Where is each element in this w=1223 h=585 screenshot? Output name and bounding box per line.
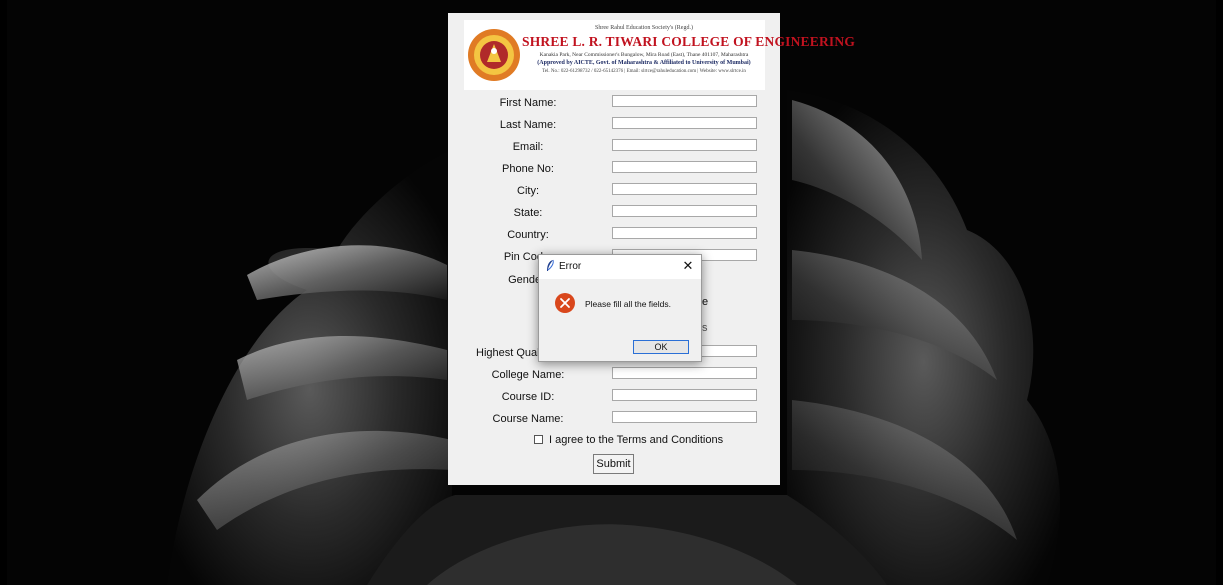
- gender-option-partial[interactable]: e: [702, 296, 708, 308]
- phone-label: Phone No:: [502, 163, 554, 175]
- college-name-label: College Name:: [491, 369, 565, 381]
- banner-approval-text: (Approved by AICTE, Govt. of Maharashtra…: [537, 60, 751, 66]
- college-name-input[interactable]: [612, 367, 757, 379]
- submit-button[interactable]: Submit: [593, 454, 634, 474]
- feather-icon: [547, 259, 554, 271]
- dialog-title: Error: [559, 261, 582, 272]
- country-input[interactable]: [612, 227, 757, 239]
- course-id-input[interactable]: [612, 389, 757, 401]
- banner-college-name: SHREE L. R. TIWARI COLLEGE OF ENGINEERIN…: [522, 34, 856, 49]
- error-icon: [555, 293, 575, 313]
- first-name-input[interactable]: [612, 95, 757, 107]
- error-dialog: Error ✕ Please fill all the fields. OK: [538, 254, 702, 362]
- dialog-titlebar[interactable]: Error ✕: [539, 255, 701, 279]
- email-label: Email:: [512, 141, 544, 153]
- banner-contact-text: Tel. No.: 022-61298732 / 022-65142376 | …: [542, 69, 746, 74]
- country-label: Country:: [507, 229, 549, 241]
- college-logo-icon: [468, 29, 520, 81]
- email-input[interactable]: [612, 139, 757, 151]
- terms-label: I agree to the Terms and Conditions: [549, 434, 724, 446]
- course-name-label: Course Name:: [492, 413, 564, 425]
- first-name-label: First Name:: [499, 97, 557, 109]
- state-input[interactable]: [612, 205, 757, 217]
- gender-option-partial[interactable]: s: [702, 322, 708, 334]
- city-label: City:: [517, 185, 539, 197]
- error-message: Please fill all the fields.: [585, 299, 671, 309]
- course-id-label: Course ID:: [501, 391, 555, 403]
- terms-row[interactable]: I agree to the Terms and Conditions: [534, 434, 723, 446]
- banner-address-text: Kanakia Park, Near Commissioner's Bungal…: [539, 52, 749, 58]
- phone-input[interactable]: [612, 161, 757, 173]
- state-label: State:: [513, 207, 543, 219]
- terms-checkbox[interactable]: [534, 435, 543, 444]
- ok-button[interactable]: OK: [633, 340, 689, 354]
- city-input[interactable]: [612, 183, 757, 195]
- course-name-input[interactable]: [612, 411, 757, 423]
- last-name-label: Last Name:: [499, 119, 557, 131]
- close-icon[interactable]: ✕: [679, 258, 697, 274]
- last-name-input[interactable]: [612, 117, 757, 129]
- banner-society-text: Shree Rahul Education Society's (Regd.): [595, 25, 693, 31]
- dialog-body: Please fill all the fields. OK: [539, 279, 701, 361]
- college-banner: Shree Rahul Education Society's (Regd.) …: [464, 20, 856, 90]
- registration-form-window: Shree Rahul Education Society's (Regd.) …: [448, 13, 856, 485]
